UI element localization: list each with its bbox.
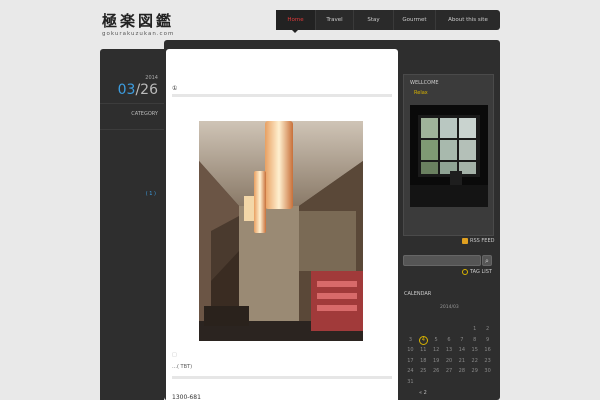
calendar-day — [468, 377, 481, 388]
post-meta-column: 2014 03/26 CATEGORY ( 1 ) — [100, 49, 164, 400]
tag-list-link[interactable]: TAG LIST — [462, 269, 492, 275]
nav-gourmet[interactable]: Gourmet — [394, 10, 436, 30]
calendar-day — [417, 324, 430, 335]
calendar-day[interactable]: 31 — [404, 377, 417, 388]
calendar-day[interactable]: 2 — [481, 324, 494, 335]
rss-icon — [462, 238, 468, 244]
calendar-week: 12 — [404, 324, 494, 335]
site-logo[interactable]: 極楽図鑑 gokurakuzukan.com — [102, 10, 174, 37]
calendar-day[interactable]: 7 — [455, 335, 468, 346]
photo-caption: …( TBT) — [172, 364, 193, 370]
calendar-day — [481, 377, 494, 388]
rss-feed-link[interactable]: RSS FEED — [462, 238, 494, 244]
window-photo-image — [410, 105, 488, 207]
calendar-day[interactable]: 10 — [404, 345, 417, 356]
meta-divider — [100, 103, 164, 104]
post-content: ① □ …(TBT) 1300-681 — [166, 49, 398, 400]
nav-active-indicator — [292, 30, 298, 33]
calendar-day — [455, 377, 468, 388]
calendar-day[interactable]: 15 — [468, 345, 481, 356]
category-link[interactable]: ( 1 ) — [146, 191, 156, 197]
nav-stay[interactable]: Stay — [354, 10, 394, 30]
calendar-day[interactable]: 26 — [430, 366, 443, 377]
calendar-day[interactable]: 30 — [481, 366, 494, 377]
calendar-day[interactable]: 11 — [417, 345, 430, 356]
calendar-day[interactable]: 4 — [417, 335, 430, 346]
taglist-label: TAG LIST — [470, 269, 492, 275]
calendar-day — [443, 377, 456, 388]
calendar-day[interactable]: 16 — [481, 345, 494, 356]
calendar-week: 3456789 — [404, 335, 494, 346]
calendar-day — [430, 377, 443, 388]
calendar-day[interactable]: 29 — [468, 366, 481, 377]
post-month: 03 — [117, 82, 136, 98]
calendar-day[interactable]: 19 — [430, 356, 443, 367]
calendar-day — [455, 324, 468, 335]
nav-home[interactable]: Home — [276, 10, 316, 30]
post-heading: ① — [172, 85, 178, 92]
calendar-day[interactable]: 24 — [404, 366, 417, 377]
post-year: 2014 — [145, 75, 158, 81]
main-nav: Home Travel Stay Gourmet About this site — [276, 10, 500, 33]
calendar-day[interactable]: 6 — [443, 335, 456, 346]
calendar-day[interactable]: 25 — [417, 366, 430, 377]
calendar-week: 17 18 19 20 21 22 23 — [404, 356, 494, 367]
calendar-day[interactable]: 21 — [455, 356, 468, 367]
calendar-day[interactable]: 5 — [430, 335, 443, 346]
calendar-day[interactable]: 3 — [404, 335, 417, 346]
calendar-day[interactable]: 20 — [443, 356, 456, 367]
calendar-grid: 1 2 3 4 5 6 7 8 9 10 11 12 13 14 15 16 17 18 19 20 21 22 23 24 2… — [404, 324, 494, 387]
calendar-day[interactable]: 12 — [430, 345, 443, 356]
calendar-day[interactable]: 18 — [417, 356, 430, 367]
category-label: CATEGORY — [131, 111, 158, 117]
calendar-week: 31 — [404, 377, 494, 388]
calendar-week: 24 25 26 27 28 29 30 — [404, 366, 494, 377]
calendar-day[interactable]: 27 — [443, 366, 456, 377]
caption-marker: □ — [172, 352, 177, 358]
nav-travel[interactable]: Travel — [316, 10, 354, 30]
meta-divider — [100, 129, 164, 130]
calendar-day[interactable]: 1 — [468, 324, 481, 335]
calendar-day[interactable]: 9 — [481, 335, 494, 346]
post-day: /26 — [135, 82, 158, 98]
calendar-prev-link[interactable]: « 2 — [419, 390, 427, 396]
welcome-widget: WELLCOME Relax — [403, 74, 494, 236]
heading-underline — [172, 94, 392, 97]
calendar-day[interactable]: 14 — [455, 345, 468, 356]
calendar-day — [443, 324, 456, 335]
calendar-day[interactable]: 22 — [468, 356, 481, 367]
calendar-day — [417, 377, 430, 388]
calendar-day[interactable]: 13 — [443, 345, 456, 356]
tag-icon — [462, 269, 468, 275]
welcome-title: WELLCOME — [410, 80, 439, 86]
calendar-day[interactable]: 28 — [455, 366, 468, 377]
calendar-day — [430, 324, 443, 335]
rss-label: RSS FEED — [470, 238, 495, 244]
calendar-month: 2014/03 — [440, 305, 459, 310]
site-title[interactable]: 極楽図鑑 — [102, 10, 174, 31]
post-tel: 1300-681 — [172, 394, 201, 400]
site-subtitle: gokurakuzukan.com — [102, 31, 175, 37]
post-date: 03/26 — [118, 82, 158, 98]
search-input[interactable] — [403, 255, 481, 266]
nav-about[interactable]: About this site — [436, 10, 500, 30]
calendar-title: CALENDAR — [404, 291, 432, 297]
calendar-day — [404, 324, 417, 335]
calendar-day[interactable]: 23 — [481, 356, 494, 367]
calendar-day[interactable]: 8 — [468, 335, 481, 346]
search-button[interactable]: ⌕ — [482, 255, 492, 266]
welcome-photo — [410, 105, 488, 207]
calendar-day[interactable]: 17 — [404, 356, 417, 367]
welcome-relax-link[interactable]: Relax — [414, 90, 428, 96]
caption-underline — [172, 376, 392, 379]
calendar-week: 10 11 12 13 14 15 16 — [404, 345, 494, 356]
lobby-photo-image — [199, 121, 363, 341]
post-photo[interactable] — [199, 121, 363, 341]
